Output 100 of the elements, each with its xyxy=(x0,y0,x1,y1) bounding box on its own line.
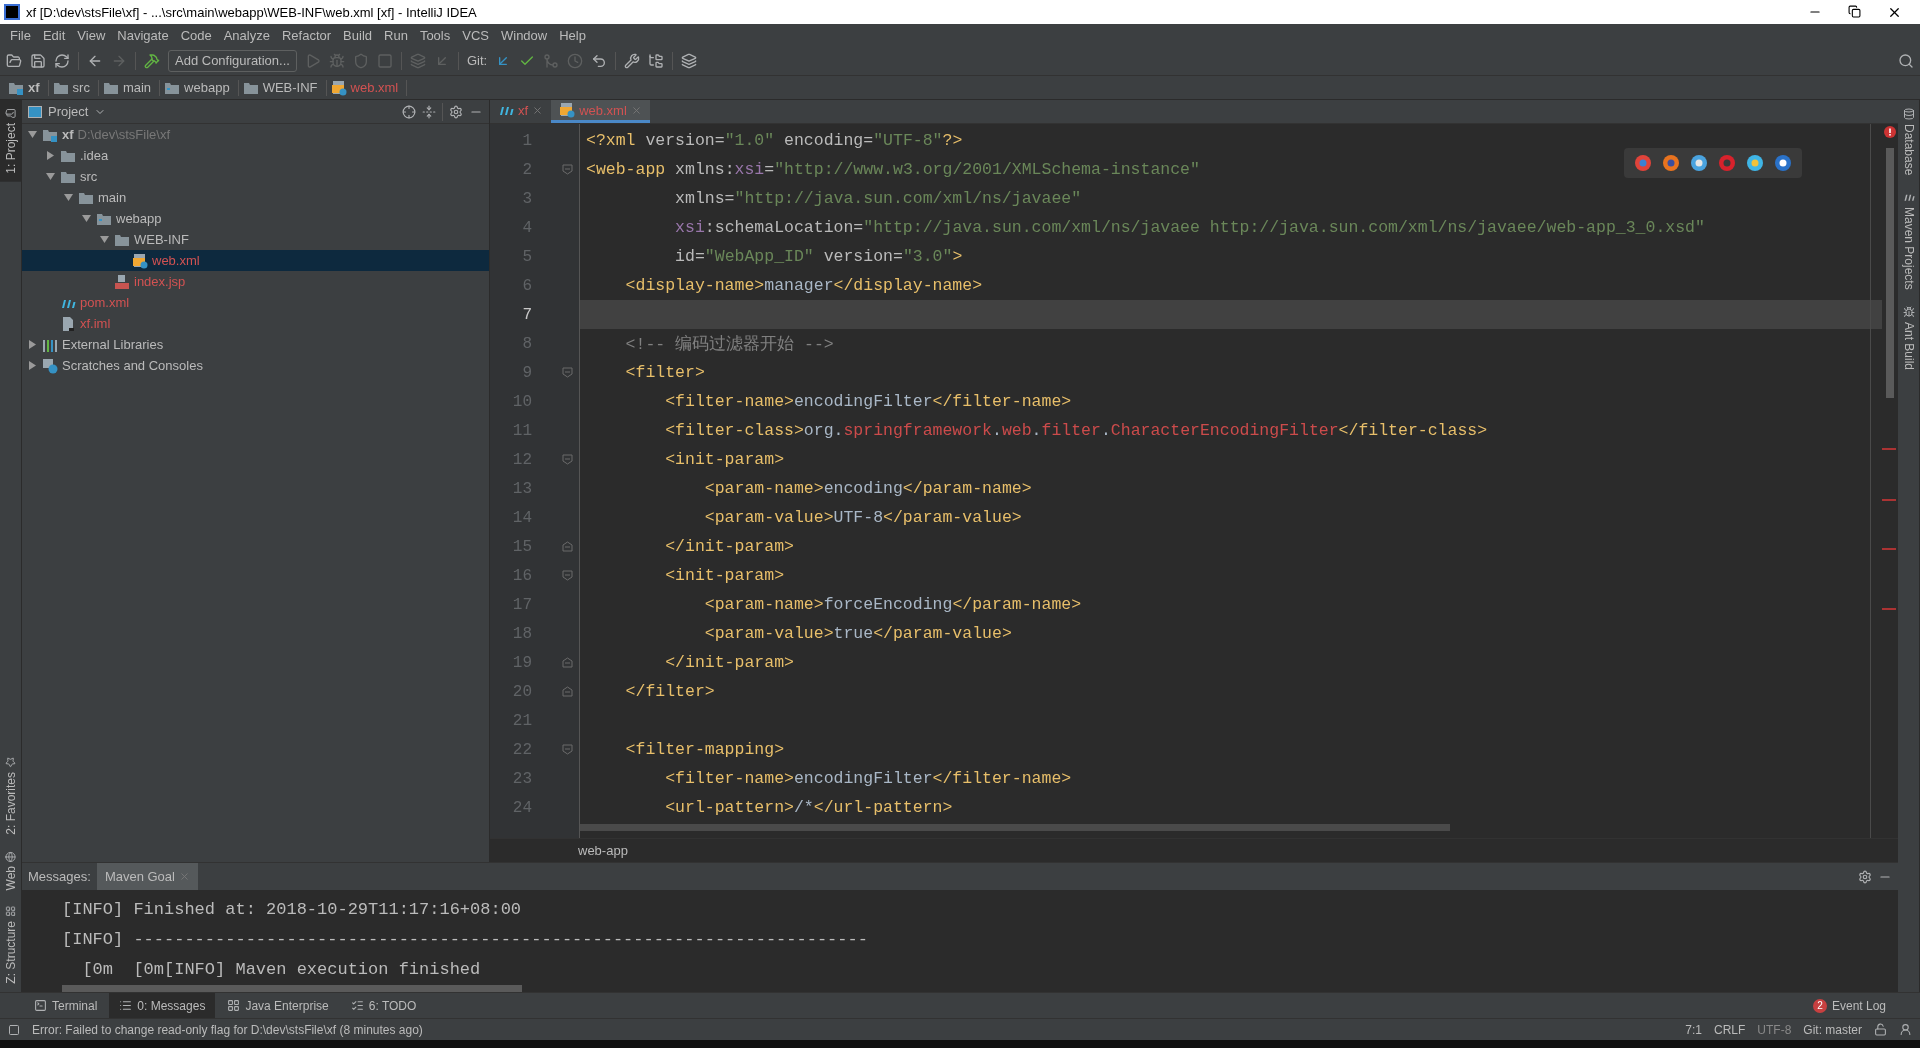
save-icon[interactable] xyxy=(30,52,46,69)
line-separator[interactable]: CRLF xyxy=(1713,1022,1746,1037)
code-line: <init-param> xyxy=(664,450,785,469)
restore-icon[interactable] xyxy=(1848,4,1861,18)
settings-icon[interactable] xyxy=(449,104,463,119)
settings-icon[interactable] xyxy=(1858,869,1872,884)
breadcrumb-item[interactable]: main xyxy=(100,79,161,96)
scrollbar-thumb[interactable] xyxy=(1886,148,1894,398)
tree-item[interactable]: xf D:\dev\stsFile\xf xyxy=(22,124,489,145)
browser-icon[interactable] xyxy=(1774,154,1792,172)
menu-item[interactable]: File xyxy=(4,27,37,43)
collapsed-arrow-icon[interactable] xyxy=(45,151,55,160)
fold-icon[interactable] xyxy=(562,744,573,755)
expanded-arrow-icon[interactable] xyxy=(99,235,109,244)
code-line: <param-value>UTF-8</param-value> xyxy=(703,508,1022,527)
tool-window-tab[interactable]: Database xyxy=(1898,100,1919,184)
layers-icon[interactable] xyxy=(681,52,698,69)
project-structure-icon[interactable] xyxy=(648,52,665,69)
menu-item[interactable]: Edit xyxy=(36,27,72,43)
event-log-button[interactable]: 2 Event Log xyxy=(1812,998,1920,1013)
search-icon[interactable] xyxy=(1898,52,1914,69)
file-icon xyxy=(60,315,76,332)
tool-window-tab[interactable]: 1: Project xyxy=(0,100,21,182)
fold-icon[interactable] xyxy=(562,686,573,697)
collapsed-arrow-icon[interactable] xyxy=(27,361,37,370)
add-configuration-button[interactable]: Add Configuration... xyxy=(168,49,297,72)
fold-icon[interactable] xyxy=(562,541,573,552)
tool-window-tab[interactable]: Ant Build xyxy=(1898,298,1919,379)
close-tab-icon[interactable] xyxy=(532,104,544,116)
git-label: Git: xyxy=(466,53,488,68)
tool-window-tab[interactable]: 2: Favorites xyxy=(0,749,21,843)
fold-icon[interactable] xyxy=(562,367,573,378)
tree-item[interactable]: main xyxy=(22,187,489,208)
messages-tab[interactable]: Maven Goal xyxy=(96,863,198,890)
tree-label: Scratches and Consoles xyxy=(62,358,203,373)
horizontal-scrollbar[interactable] xyxy=(62,985,522,992)
expanded-arrow-icon[interactable] xyxy=(63,193,73,202)
menu-item[interactable]: View xyxy=(71,27,112,43)
fold-icon[interactable] xyxy=(562,570,573,581)
browser-icon[interactable] xyxy=(1746,154,1764,172)
expanded-arrow-icon[interactable] xyxy=(81,214,91,223)
tree-item[interactable]: Scratches and Consoles xyxy=(22,355,489,376)
horizontal-scrollbar[interactable] xyxy=(580,824,1450,831)
tree-item[interactable]: WEB-INF xyxy=(22,229,489,250)
line-number: 7 xyxy=(521,305,532,324)
tool-tab[interactable]: Java Enterprise xyxy=(217,993,339,1018)
hammer-icon[interactable] xyxy=(144,52,160,69)
tree-item[interactable]: .idea xyxy=(22,145,489,166)
git-branch[interactable]: Git: master xyxy=(1803,1022,1862,1037)
sync-icon[interactable] xyxy=(54,52,70,69)
panel-title[interactable]: Project xyxy=(48,104,89,119)
tool-window-tab[interactable]: Z: Structure xyxy=(0,898,21,992)
editor-breadcrumb[interactable]: web-app xyxy=(578,843,628,858)
file-encoding[interactable]: UTF-8 xyxy=(1757,1022,1792,1037)
breadcrumb-item[interactable]: xf xyxy=(6,79,49,96)
revert-icon[interactable] xyxy=(591,52,608,69)
list-icon xyxy=(119,999,133,1012)
wrench-icon[interactable] xyxy=(624,52,641,69)
menu-item[interactable]: Run xyxy=(378,27,414,43)
tree-label: xf xyxy=(62,127,74,142)
breadcrumb-item[interactable]: WEB-INF xyxy=(240,79,327,96)
menu-item[interactable]: Tools xyxy=(413,27,457,43)
tool-tab[interactable]: 0: Messages xyxy=(109,993,216,1018)
expanded-arrow-icon[interactable] xyxy=(27,130,37,139)
error-icon[interactable] xyxy=(1884,126,1896,138)
code-line: <param-name>encoding</param-name> xyxy=(703,479,1032,498)
menu-item[interactable]: Code xyxy=(174,27,218,43)
lock-icon[interactable] xyxy=(1874,1023,1887,1036)
status-message: Error: Failed to change read-only flag for D:\dev\stsFile\xf (8 minutes ago) xyxy=(32,1022,423,1037)
tree-label: main xyxy=(98,190,127,205)
tree-item[interactable]: web.xml xyxy=(22,250,489,271)
tool-tab[interactable]: 6: TODO xyxy=(340,993,427,1018)
collapse-all-icon[interactable] xyxy=(422,104,436,119)
expanded-arrow-icon[interactable] xyxy=(45,172,55,181)
person-icon[interactable] xyxy=(1899,1023,1912,1036)
open-folder-icon[interactable] xyxy=(6,52,22,69)
fold-icon[interactable] xyxy=(562,657,573,668)
breadcrumb-item[interactable]: src xyxy=(50,79,99,96)
tool-window-tab[interactable]: Maven Projects xyxy=(1898,183,1919,299)
menu-item[interactable]: Navigate xyxy=(111,27,175,43)
code-line: </init-param> xyxy=(664,537,794,556)
menu-item[interactable]: Refactor xyxy=(275,27,338,43)
menu-item[interactable]: Analyze xyxy=(217,27,276,43)
menu-item[interactable]: Help xyxy=(553,27,592,43)
browser-icon[interactable] xyxy=(1690,154,1708,172)
tool-window-tab[interactable]: Web xyxy=(0,842,21,899)
menu-item[interactable]: VCS xyxy=(456,27,495,43)
breadcrumb-item[interactable]: webapp xyxy=(162,79,239,96)
fold-icon[interactable] xyxy=(562,164,573,175)
menu-item[interactable]: Build xyxy=(337,27,378,43)
tree-item[interactable]: External Libraries xyxy=(22,334,489,355)
code-line: <?xml version="1.0" encoding="UTF-8"?> xyxy=(586,131,963,150)
tree-item[interactable]: webapp xyxy=(22,208,489,229)
locate-icon[interactable] xyxy=(402,104,416,119)
tree-item[interactable]: src xyxy=(22,166,489,187)
fold-icon[interactable] xyxy=(562,454,573,465)
tool-tab[interactable]: Terminal xyxy=(24,993,108,1018)
collapsed-arrow-icon[interactable] xyxy=(27,340,37,349)
caret-position[interactable]: 7:1 xyxy=(1685,1022,1702,1037)
menu-item[interactable]: Window xyxy=(494,27,554,43)
